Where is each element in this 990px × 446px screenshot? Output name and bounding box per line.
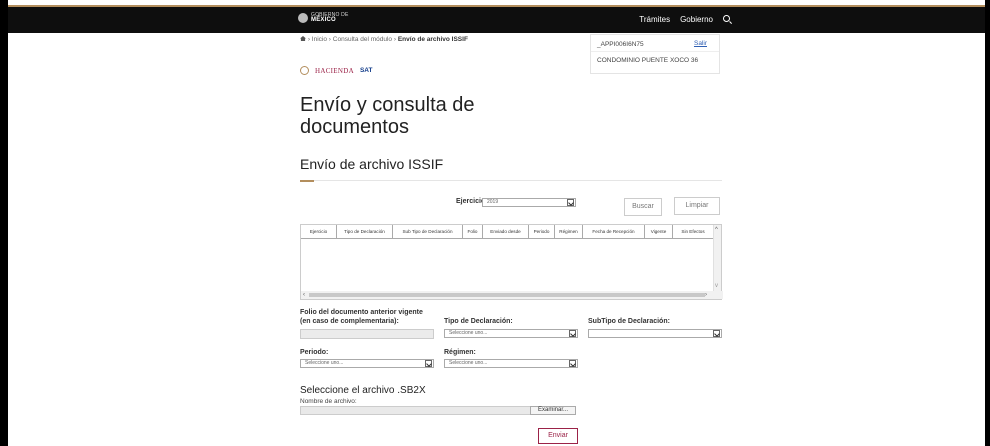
chevron-down-icon[interactable]: v <box>715 283 718 289</box>
window-frame-right <box>985 0 990 446</box>
chevron-down-icon <box>569 330 576 337</box>
tipo-declaracion-label: Tipo de Declaración: <box>444 318 513 325</box>
user-rfc: _APPI006I6N75 <box>597 41 644 48</box>
chevron-down-icon <box>713 330 720 337</box>
breadcrumb-inicio[interactable]: Inicio <box>312 36 327 43</box>
breadcrumb-current: Envío de archivo ISSIF <box>397 36 468 43</box>
scrollbar-thumb[interactable] <box>309 293 705 297</box>
user-entity: CONDOMINIO PUENTE XOCO 36 <box>597 57 699 64</box>
top-navbar: GOBIERNO DE MÉXICO Trámites Gobierno <box>8 7 985 33</box>
ejercicio-select[interactable]: 2019 <box>482 198 576 207</box>
brand-logos: HACIENDA SAT <box>300 66 372 75</box>
folio-label-sub: (en caso de complementaria): <box>300 318 399 325</box>
regimen-label: Régimen: <box>444 349 476 356</box>
section-title: Envío de archivo ISSIF <box>300 156 444 172</box>
column-header[interactable]: Folio <box>463 225 483 238</box>
periodo-label: Periodo: <box>300 349 329 356</box>
chevron-down-icon <box>567 199 574 206</box>
column-header[interactable]: Sin Efectos <box>673 225 713 238</box>
column-header[interactable]: Fecha de Recepción <box>583 225 645 238</box>
section-divider-accent <box>300 180 314 182</box>
breadcrumb-modulo[interactable]: Consulta del módulo <box>333 36 392 43</box>
table-horizontal-scrollbar[interactable]: ‹ › <box>301 291 723 299</box>
documents-table: Ejercicio Tipo de Declaración Sub Tipo d… <box>300 224 723 300</box>
column-header[interactable]: Periodo <box>529 225 555 238</box>
section-divider <box>300 180 722 181</box>
folio-label: Folio del documento anterior vigente <box>300 309 423 316</box>
tipo-declaracion-select[interactable]: Seleccione uno... <box>444 329 578 338</box>
nav-link-gobierno[interactable]: Gobierno <box>680 15 713 24</box>
column-header[interactable]: Enviado desde <box>483 225 529 238</box>
examinar-button[interactable]: Examinar... <box>530 406 576 415</box>
logout-link[interactable]: Salir <box>694 40 707 47</box>
column-header[interactable]: Tipo de Declaración <box>337 225 393 238</box>
periodo-select[interactable]: Seleccione uno... <box>300 359 434 368</box>
chevron-left-icon[interactable]: ‹ <box>303 292 305 298</box>
regimen-select[interactable]: Seleccione uno... <box>444 359 578 368</box>
hacienda-logo: HACIENDA <box>315 66 354 75</box>
page-title: Envío y consulta de documentos <box>300 94 475 138</box>
top-accent-line <box>8 5 985 7</box>
chevron-down-icon <box>569 360 576 367</box>
nav-link-tramites[interactable]: Trámites <box>639 15 670 24</box>
column-header[interactable]: Vigente <box>645 225 673 238</box>
subtipo-declaracion-label: SubTipo de Declaración: <box>588 318 670 325</box>
buscar-button[interactable]: Buscar <box>624 198 662 216</box>
column-header[interactable]: Sub Tipo de Declaración <box>393 225 463 238</box>
search-icon[interactable] <box>723 15 730 22</box>
emblem-icon <box>298 13 308 23</box>
breadcrumb: › Inicio › Consulta del módulo › Envío d… <box>300 36 468 43</box>
file-name-label: Nombre de archivo: <box>300 398 357 405</box>
window-frame-left <box>0 0 8 446</box>
limpiar-button[interactable]: Limpiar <box>674 197 720 215</box>
user-panel: _APPI006I6N75 Salir CONDOMINIO PUENTE XO… <box>590 34 720 74</box>
chevron-down-icon <box>425 360 432 367</box>
hacienda-seal-icon <box>300 66 309 75</box>
upload-heading: Seleccione el archivo .SB2X <box>300 385 426 396</box>
table-header: Ejercicio Tipo de Declaración Sub Tipo d… <box>301 225 713 239</box>
table-vertical-scrollbar[interactable]: ^ v <box>713 225 721 293</box>
gobierno-logo[interactable]: GOBIERNO DE MÉXICO <box>298 13 348 23</box>
chevron-right-icon[interactable]: › <box>705 292 707 298</box>
logo-main-text: MÉXICO <box>311 17 336 23</box>
chevron-up-icon[interactable]: ^ <box>715 227 718 233</box>
home-icon[interactable] <box>300 36 306 41</box>
column-header[interactable]: Régimen <box>555 225 583 238</box>
sat-logo: SAT <box>359 67 373 74</box>
enviar-button[interactable]: Enviar <box>538 428 578 444</box>
subtipo-declaracion-select[interactable] <box>588 329 722 338</box>
folio-input[interactable] <box>300 329 434 339</box>
column-header[interactable]: Ejercicio <box>301 225 337 238</box>
